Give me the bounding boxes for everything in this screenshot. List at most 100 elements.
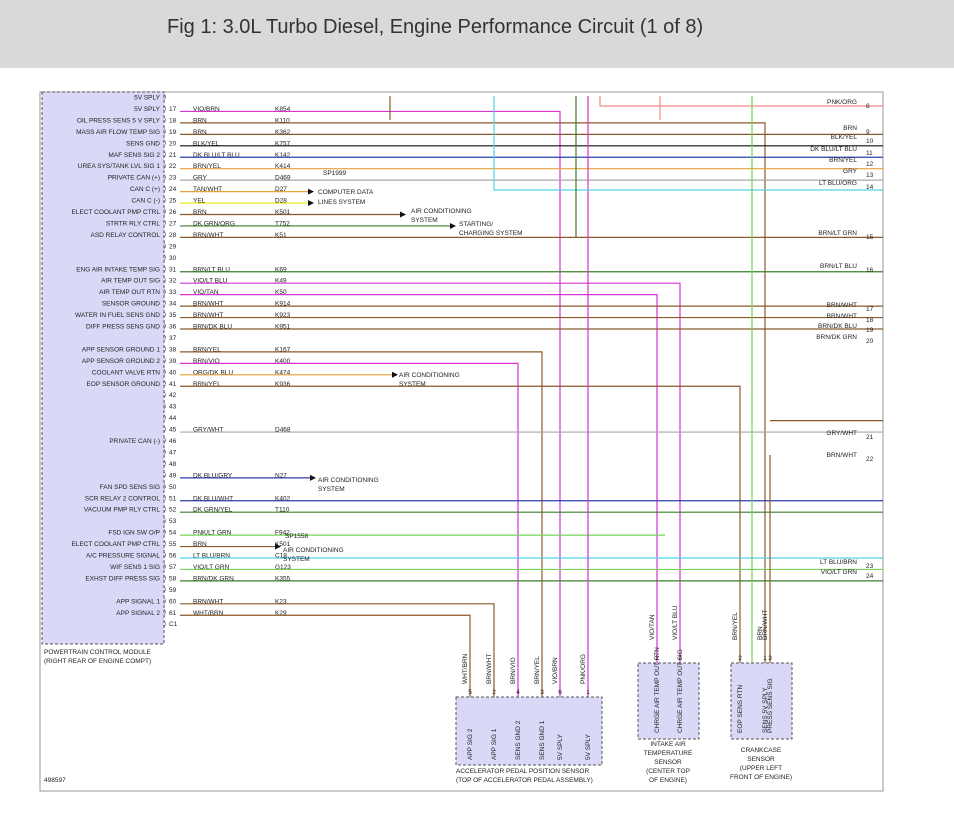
- arrow-computer-data-1: [308, 188, 314, 195]
- right-edge-color: GRY: [843, 168, 858, 175]
- app-sensor-name-line1: ACCELERATOR PEDAL POSITION SENSOR: [456, 768, 589, 775]
- computer-data-line2: LINES SYSTEM: [318, 199, 365, 206]
- air-cond-2-line1: AIR CONDITIONING: [399, 372, 460, 379]
- pcm-pin-number: 50: [169, 484, 177, 491]
- right-edge-color: GRY/WHT: [826, 430, 857, 437]
- wire-oil-press-5v: [180, 122, 766, 663]
- pcm-pin-label: DIFF PRESS SENS GND: [86, 324, 160, 331]
- pcm-pin-label: 5V SPLY: [134, 95, 161, 102]
- iat-name-line5: OF ENGINE): [649, 777, 687, 784]
- pcm-pin-label: FSD IGN SW O/P: [108, 530, 160, 537]
- pcm-pin-number: 44: [169, 415, 177, 422]
- right-edge-number: 23: [866, 563, 874, 570]
- crankcase-pin-function: EOP SENS RTN: [737, 685, 744, 733]
- pcm-pin-number: 58: [169, 575, 177, 582]
- wire-air-temp-out-rtn: [180, 294, 658, 663]
- pcm-pin-number: 19: [169, 129, 177, 136]
- splice-sp1558: SP1558: [285, 533, 309, 540]
- pcm-pin-number: 55: [169, 541, 177, 548]
- computer-data-line1: COMPUTER DATA: [318, 189, 374, 196]
- crankcase-pin-wire: BRN/YEL: [732, 612, 739, 640]
- pcm-pin-label: STRTR RLY CTRL: [106, 220, 161, 227]
- app-pin-function: 5V SPLY: [557, 733, 564, 760]
- pcm-name-line1: POWERTRAIN CONTROL MODULE: [44, 649, 152, 656]
- arrow-air-cond-3: [310, 474, 316, 481]
- app-pin-number: 6: [558, 689, 562, 696]
- pcm-pin-label: AIR TEMP OUT RTN: [99, 289, 160, 296]
- pcm-pin-number: 35: [169, 312, 177, 319]
- right-edge-number: 11: [866, 150, 873, 157]
- right-edge-color: BRN/WHT: [827, 313, 857, 320]
- pcm-pin-label: APP SENSOR GROUND 1: [82, 346, 161, 353]
- pcm-pin-number: 41: [169, 381, 177, 388]
- app-sensor-name-line2: (TOP OF ACCELERATOR PEDAL ASSEMBLY): [456, 777, 593, 784]
- right-edge-color: LT BLU/BRN: [820, 559, 857, 566]
- wiring-diagram: 5V SPLY5V SPLY 17 VIO/BRN K854OIL PRESS SEN…: [39, 91, 884, 792]
- pcm-pin-label: EXHST DIFF PRESS SIG: [85, 575, 160, 582]
- pcm-pin-number: 43: [169, 404, 177, 411]
- crankcase-pin-number: 2: [738, 655, 742, 662]
- pcm-pin-number: 52: [169, 507, 177, 514]
- right-edge-number: 24: [866, 573, 874, 580]
- air-cond-4-line2: SYSTEM: [283, 556, 310, 563]
- air-cond-1-line2: SYSTEM: [411, 217, 438, 224]
- pcm-pin-number: 51: [169, 495, 177, 502]
- app-pin-wire: BRN/WHT: [486, 654, 493, 684]
- right-edge-number: 13: [866, 172, 874, 179]
- crankcase-pin-number: 3: [768, 655, 772, 662]
- pcm-pin-label: ELECT COOLANT PMP CTRL: [72, 541, 161, 548]
- crankcase-pin-function: PRESS SENS SIG: [767, 678, 774, 733]
- pcm-pin-label: SCR RELAY 2 CONTROL: [85, 495, 161, 502]
- pcm-pin-label: EOP SENSOR GROUND: [86, 381, 160, 388]
- starting-line1: STARTING/: [459, 221, 493, 228]
- wire-app-sig-2: [180, 614, 471, 697]
- pcm-pin-label: OIL PRESS SENS 5 V SPLY: [77, 117, 161, 124]
- app-pin-function: APP SIG 2: [467, 728, 474, 760]
- pcm-pin-label: WIF SENS 1 SIG: [110, 564, 160, 571]
- pcm-pin-number: 32: [169, 278, 177, 285]
- pcm-pin-label: ASD RELAY CONTROL: [91, 232, 161, 239]
- right-edge-color: BRN/WHT: [827, 452, 857, 459]
- pcm-pin-label: PRIVATE CAN (-): [109, 438, 160, 445]
- pcm-pin-label: ENG AIR INTAKE TEMP SIG: [76, 266, 160, 273]
- pcm-pin-number: C1: [169, 621, 178, 628]
- right-edge-number: 10: [866, 138, 874, 145]
- iat-pin-function: CHRGE AIR TEMP OUT RTN: [654, 647, 661, 733]
- air-cond-label-4: AIR CONDITIONING SYSTEM: [283, 547, 344, 563]
- pcm-pin-number: 27: [169, 220, 177, 227]
- right-edge-number: 12: [866, 161, 874, 168]
- pcm-pin-label: APP SIGNAL 1: [116, 598, 160, 605]
- app-pin-wire: PNK/ORG: [580, 654, 587, 684]
- pcm-pin-number: 53: [169, 518, 177, 525]
- pcm-pin-label: A/C PRESSURE SIGNAL: [86, 553, 160, 560]
- iat-name-line1: INTAKE AIR: [650, 741, 686, 748]
- right-edge-number: 21: [866, 434, 874, 441]
- right-edge-color: DK BLU/LT BLU: [810, 146, 857, 153]
- right-edge-number: 8: [866, 103, 870, 110]
- pcm-pin-label: MAF SENS SIG 2: [108, 152, 160, 159]
- wire-app-sig-1: [180, 603, 495, 697]
- right-edge-color: PNK/ORG: [827, 99, 857, 106]
- right-edge-number: 16: [866, 267, 874, 274]
- starting-charging-label: STARTING/ CHARGING SYSTEM: [459, 221, 523, 237]
- right-edge-color: VIO/LT GRN: [821, 569, 858, 576]
- right-edge-connectors: PNK/ORG 8 BRN 9 BLK/YEL 10 DK BLU/LT BLU 11 BRN/…: [810, 99, 873, 580]
- iat-name-line2: TEMPERATURE: [644, 750, 693, 757]
- pcm-name-line2: (RIGHT REAR OF ENGINE COMPT): [44, 658, 151, 665]
- app-pin-number: 3: [540, 689, 544, 696]
- air-cond-2-line2: SYSTEM: [399, 381, 426, 388]
- pcm-pin-label: ELECT COOLANT PMP CTRL: [72, 209, 161, 216]
- arrow-starting: [450, 222, 456, 229]
- right-edge-color: LT BLU/ORG: [819, 180, 857, 187]
- app-pin-number: 4: [516, 689, 520, 696]
- wire-5v-sply-2: [180, 110, 561, 697]
- pcm-pin-number: 45: [169, 427, 177, 434]
- iat-pin-function: CHRGE AIR TEMP OUT SIG: [677, 649, 684, 733]
- crankcase-pin-wire: BRN/WHT: [762, 610, 769, 640]
- pcm-pin-number: 17: [169, 106, 177, 113]
- right-edge-color: BRN/DK GRN: [816, 334, 857, 341]
- app-pin-number: 1: [586, 689, 590, 696]
- pcm-pin-label: SENSOR GROUND: [102, 301, 160, 308]
- air-cond-label-3: AIR CONDITIONING SYSTEM: [318, 477, 379, 493]
- pcm-pin-number: 59: [169, 587, 177, 594]
